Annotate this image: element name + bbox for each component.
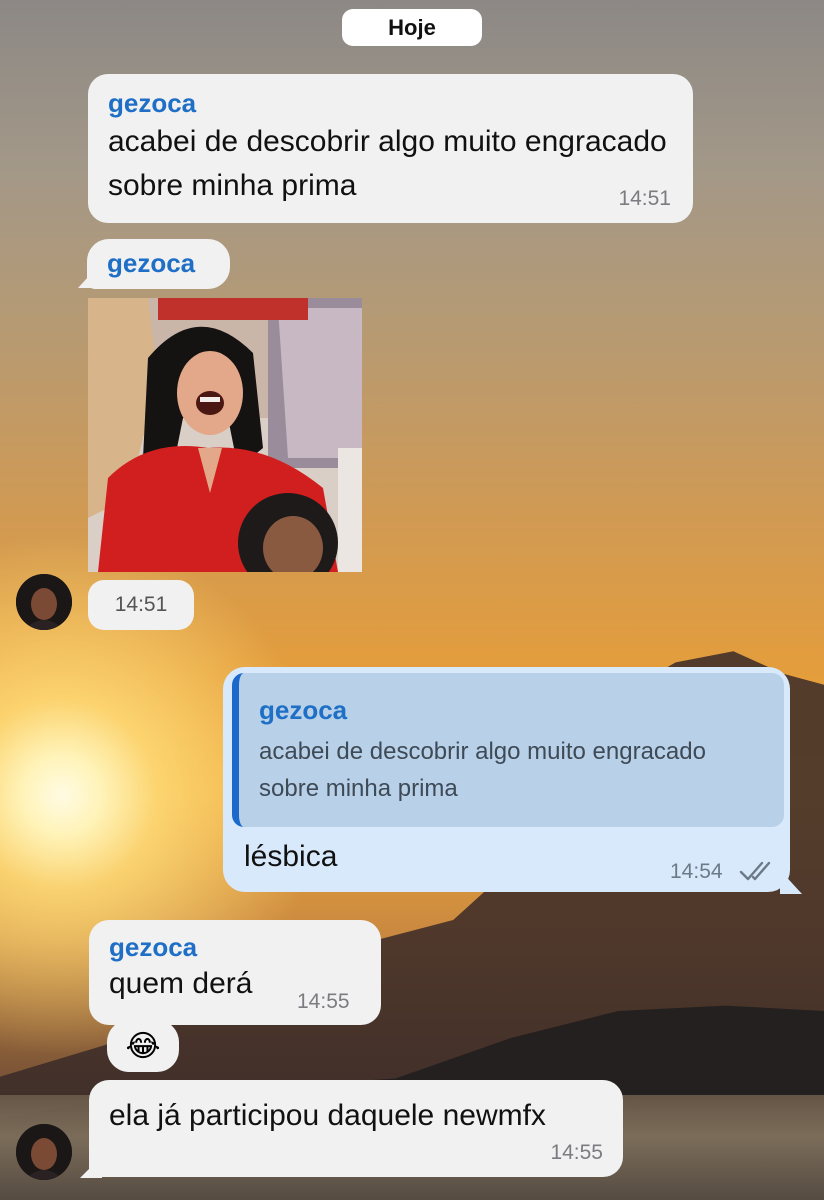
message-text: acabei de descobrir algo muito engracado… [108,125,667,202]
sender-name[interactable]: gezoca [107,248,210,278]
sender-name[interactable]: gezoca [109,932,361,962]
message-time: 14:55 [297,990,350,1013]
reaction-emoji[interactable]: 😂 [107,1020,179,1072]
reply-quote[interactable]: gezoca acabei de descobrir algo muito en… [232,673,784,827]
quoted-sender-name: gezoca [259,695,348,725]
double-check-icon [739,861,771,881]
avatar-image [16,1124,72,1180]
sender-avatar[interactable] [16,574,72,630]
sender-avatar[interactable] [16,1124,72,1180]
message-time: 14:54 [670,860,723,883]
photo-message[interactable] [88,298,362,572]
avatar-image [16,574,72,630]
incoming-message-bubble[interactable]: gezoca quem derá 14:55 [89,920,381,1025]
message-time: 14:51 [618,187,671,210]
message-text: ela já participou daquele newmfx [109,1099,546,1132]
incoming-message-bubble[interactable]: gezoca acabei de descobrir algo muito en… [88,74,693,223]
sender-name[interactable]: gezoca [108,88,673,118]
photo-image [88,298,362,572]
date-separator: Hoje [342,9,482,46]
message-text: lésbica [244,840,338,873]
message-time: 14:51 [88,580,194,630]
message-time: 14:55 [550,1141,603,1164]
incoming-message-bubble[interactable]: gezoca [87,239,230,289]
quoted-message-text: acabei de descobrir algo muito engracado… [259,738,706,802]
incoming-message-bubble[interactable]: ela já participou daquele newmfx 14:55 [89,1080,623,1177]
